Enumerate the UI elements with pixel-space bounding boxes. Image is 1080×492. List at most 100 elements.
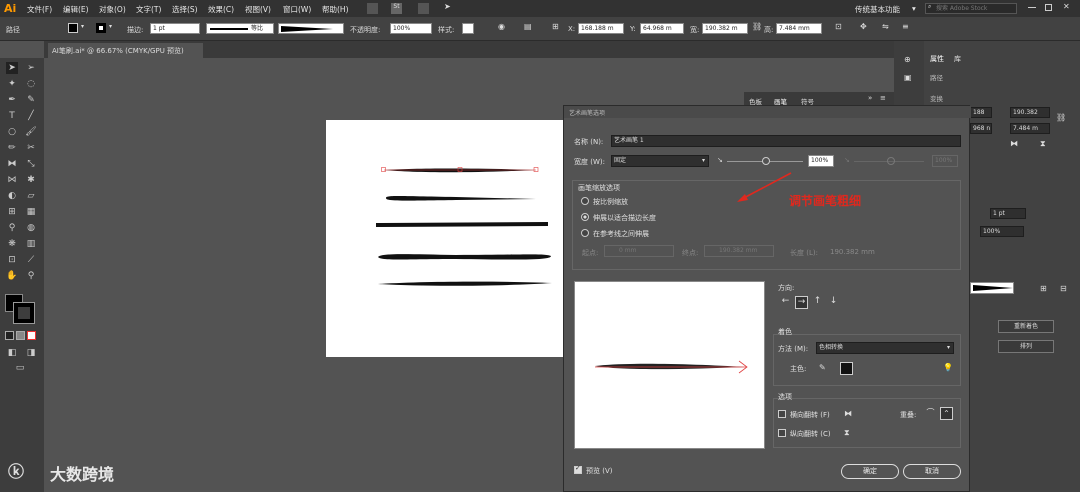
puppet-warp-tool-icon[interactable]: ✱ xyxy=(25,174,37,186)
panel-menu-icon[interactable]: ≡ xyxy=(902,22,909,31)
tab-libraries[interactable]: 库 xyxy=(954,54,961,64)
transform-w-field[interactable]: 190.382 xyxy=(1010,107,1050,118)
height-input[interactable]: 7.484 mm xyxy=(776,23,822,34)
transform-h-field[interactable]: 7.484 m xyxy=(1010,123,1050,134)
scissors-tool-icon[interactable]: ✂ xyxy=(25,142,37,154)
panel-collapse-icon[interactable]: » xyxy=(868,94,872,102)
graph-tool-icon[interactable]: ▥ xyxy=(25,238,37,250)
screen-mode-icon[interactable]: ▭ xyxy=(14,362,26,374)
reflect-tool-icon[interactable]: ⧓ xyxy=(6,158,18,170)
radio-proportional[interactable] xyxy=(581,197,589,205)
direct-selection-tool-icon[interactable]: ➢ xyxy=(25,62,37,74)
chevron-down-icon[interactable]: ▾ xyxy=(109,23,112,30)
link-icon[interactable]: ⛓ xyxy=(752,22,762,31)
align-icon[interactable]: ▤ xyxy=(524,22,532,31)
tab-properties[interactable]: 属性 xyxy=(930,54,944,64)
pencil-tool-icon[interactable]: ✏ xyxy=(6,142,18,154)
scale-tool-icon[interactable]: ⤡ xyxy=(25,158,37,170)
align-icon[interactable]: ⊟ xyxy=(1060,284,1067,293)
brush-select[interactable] xyxy=(970,282,1014,294)
panel-dock-icon[interactable]: ⊕ xyxy=(904,55,911,64)
stroke-weight-field[interactable]: 1 pt xyxy=(990,208,1026,219)
selection-tool-icon[interactable]: ➤ xyxy=(6,62,18,74)
gradient-mode-icon[interactable] xyxy=(16,331,25,340)
symbol-sprayer-tool-icon[interactable]: ❋ xyxy=(6,238,18,250)
eyedropper-tool-icon[interactable]: ⚲ xyxy=(6,222,18,234)
radio-stretch[interactable] xyxy=(581,213,589,221)
shape-builder-tool-icon[interactable]: ◐ xyxy=(6,190,18,202)
menu-file[interactable]: 文件(F) xyxy=(27,4,52,15)
isolate-icon[interactable]: ✥ xyxy=(860,22,867,31)
style-swatch[interactable] xyxy=(462,23,474,34)
opacity-field[interactable]: 100% xyxy=(980,226,1024,237)
overlap-none-icon[interactable]: ⌃ xyxy=(940,407,953,420)
hand-tool-icon[interactable]: ✋ xyxy=(6,270,18,282)
reference-point-icon[interactable]: ⊞ xyxy=(552,22,559,31)
ok-button[interactable]: 确定 xyxy=(841,464,899,479)
line-tool-icon[interactable]: ╱ xyxy=(25,110,37,122)
width-mode-select[interactable]: 固定 ▾ xyxy=(611,155,709,167)
artboard[interactable] xyxy=(326,120,564,357)
width-slider-thumb[interactable] xyxy=(762,157,770,165)
stroke-swatch[interactable] xyxy=(96,23,106,33)
mesh-tool-icon[interactable]: ⊞ xyxy=(6,206,18,218)
width-percent-input[interactable]: 100% xyxy=(808,155,834,167)
direction-right-icon[interactable]: → xyxy=(795,296,808,309)
menu-view[interactable]: 视图(V) xyxy=(245,4,271,15)
method-select[interactable]: 色相转换 ▾ xyxy=(816,342,954,354)
pen-tool-icon[interactable]: ✒ xyxy=(6,94,18,106)
perspective-tool-icon[interactable]: ▱ xyxy=(25,190,37,202)
flip-horizontal-icon[interactable]: ⧓ xyxy=(1010,139,1018,148)
layout-icon[interactable] xyxy=(418,3,429,14)
maximize-icon[interactable] xyxy=(1045,4,1052,11)
draw-inside-icon[interactable]: ◨ xyxy=(25,347,37,359)
fill-swatch[interactable] xyxy=(68,23,78,33)
y-input[interactable]: 64.968 m xyxy=(640,23,684,34)
workspace-switcher[interactable]: 传统基本功能 xyxy=(855,4,900,15)
document-tab[interactable]: AI笔刷.ai* @ 66.67% (CMYK/GPU 预览) xyxy=(48,43,203,58)
flip-vertical-icon[interactable]: ⧗ xyxy=(1040,139,1046,149)
stroke-color-swatch[interactable] xyxy=(13,302,35,324)
menu-window[interactable]: 窗口(W) xyxy=(283,4,311,15)
stock-icon[interactable]: St xyxy=(391,3,402,14)
transform-y-field[interactable]: 968 n xyxy=(970,123,992,134)
bridge-icon[interactable] xyxy=(367,3,378,14)
recolor-button[interactable]: 重新着色 xyxy=(998,320,1054,333)
paintbrush-tool-icon[interactable]: 🖌 xyxy=(25,126,37,138)
lasso-tool-icon[interactable]: ◌ xyxy=(25,78,37,90)
magic-wand-tool-icon[interactable]: ✦ xyxy=(6,78,18,90)
color-mode-icon[interactable] xyxy=(5,331,14,340)
menu-type[interactable]: 文字(T) xyxy=(136,4,161,15)
selected-stroke[interactable] xyxy=(381,167,539,173)
transform-icon[interactable]: ⊡ xyxy=(835,22,842,31)
draw-mode-icon[interactable]: ◧ xyxy=(6,347,18,359)
menu-object[interactable]: 对象(O) xyxy=(99,4,126,15)
type-tool-icon[interactable]: T xyxy=(6,110,18,122)
zoom-tool-icon[interactable]: ⚲ xyxy=(25,270,37,282)
stroke-5[interactable] xyxy=(378,281,552,286)
menu-edit[interactable]: 编辑(E) xyxy=(63,4,89,15)
stroke-profile-select[interactable]: 等比 xyxy=(206,23,274,34)
menu-effect[interactable]: 效果(C) xyxy=(208,4,234,15)
artboard-tool-icon[interactable]: ⊡ xyxy=(6,254,18,266)
menu-select[interactable]: 选择(S) xyxy=(172,4,198,15)
stroke-2[interactable] xyxy=(386,196,536,201)
recolor-icon[interactable]: ◉ xyxy=(498,22,505,31)
search-input[interactable]: 搜索 Adobe Stock xyxy=(925,3,1017,14)
chevron-down-icon[interactable]: ▾ xyxy=(81,23,84,30)
stroke-3[interactable] xyxy=(376,222,548,227)
ellipse-tool-icon[interactable]: ○ xyxy=(6,126,18,138)
flip-along-checkbox[interactable] xyxy=(778,410,786,418)
key-color-swatch[interactable] xyxy=(840,362,853,375)
overlap-adjust-icon[interactable]: ⌒ xyxy=(924,407,937,420)
grid-icon[interactable]: ⊞ xyxy=(1040,284,1047,293)
flip-across-checkbox[interactable] xyxy=(778,429,786,437)
libraries-dock-icon[interactable]: ▣ xyxy=(904,73,912,82)
direction-down-icon[interactable]: ↓ xyxy=(827,296,840,309)
slice-tool-icon[interactable]: ⟋ xyxy=(25,254,37,266)
x-input[interactable]: 168.188 m xyxy=(578,23,624,34)
gradient-tool-icon[interactable]: ▦ xyxy=(25,206,37,218)
panel-menu-icon[interactable]: ≡ xyxy=(880,94,886,102)
stroke-weight-input[interactable]: 1 pt xyxy=(150,23,200,34)
radio-guides[interactable] xyxy=(581,229,589,237)
